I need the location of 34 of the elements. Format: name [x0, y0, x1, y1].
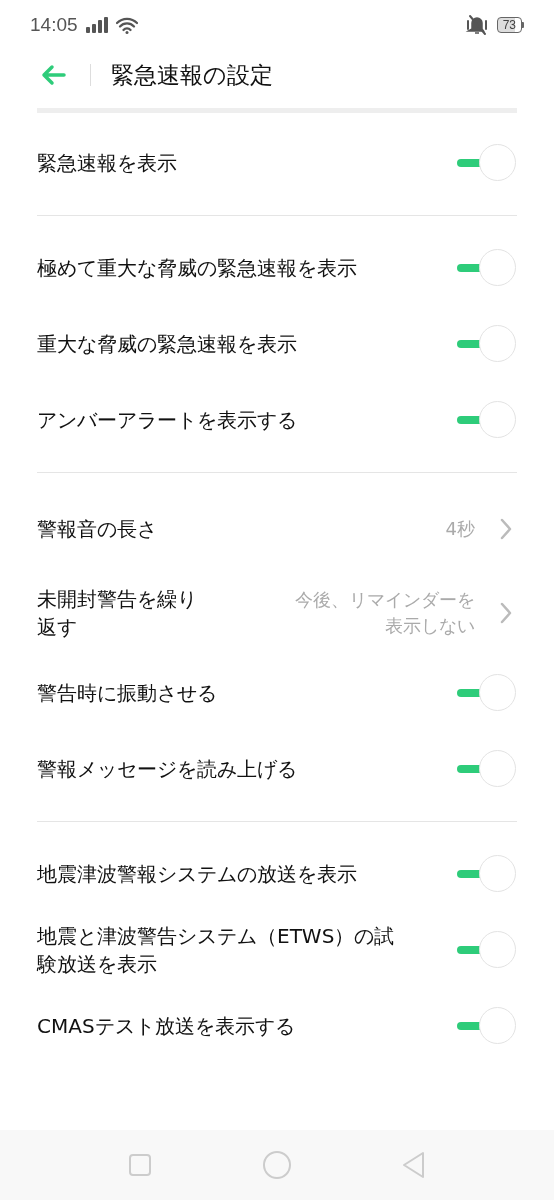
recents-button[interactable] — [128, 1153, 152, 1177]
setting-value: 今後、リマインダーを表示しない — [294, 588, 475, 638]
setting-label: 未開封警告を繰り返す — [37, 586, 198, 641]
setting-label: 緊急速報を表示 — [37, 150, 177, 177]
toggle-switch[interactable] — [457, 674, 517, 712]
setting-label: 地震と津波警告システム（ETWS）の試験放送を表示 — [37, 923, 396, 978]
setting-label: CMASテスト放送を表示する — [37, 1013, 295, 1040]
vibrate-mute-icon — [464, 14, 489, 36]
home-button[interactable] — [262, 1150, 292, 1180]
setting-label: 地震津波警報システムの放送を表示 — [37, 861, 357, 888]
status-time: 14:05 — [30, 14, 78, 36]
toggle-switch[interactable] — [457, 931, 517, 969]
toggle-switch[interactable] — [457, 249, 517, 287]
signal-icon — [85, 17, 108, 33]
setting-value: 4秒 — [445, 517, 475, 541]
toggle-switch[interactable] — [457, 750, 517, 788]
toggle-switch[interactable] — [457, 401, 517, 439]
chevron-right-icon — [499, 518, 513, 540]
toggle-switch[interactable] — [457, 855, 517, 893]
setting-label: 警告時に振動させる — [37, 680, 217, 707]
setting-label: 警報音の長さ — [37, 516, 157, 543]
setting-label: 重大な脅威の緊急速報を表示 — [37, 331, 297, 358]
wifi-icon — [115, 16, 138, 34]
toggle-switch[interactable] — [457, 144, 517, 182]
setting-label: 極めて重大な脅威の緊急速報を表示 — [37, 255, 357, 282]
battery-icon: 73 — [496, 17, 524, 33]
toggle-switch[interactable] — [457, 1007, 517, 1045]
toggle-switch[interactable] — [457, 325, 517, 363]
page-title: 緊急速報の設定 — [111, 60, 273, 90]
back-nav-button[interactable] — [402, 1151, 426, 1179]
setting-label: 警報メッセージを読み上げる — [37, 756, 297, 783]
back-button[interactable] — [40, 64, 66, 86]
setting-label: アンバーアラートを表示する — [37, 407, 297, 434]
chevron-right-icon — [499, 602, 513, 624]
